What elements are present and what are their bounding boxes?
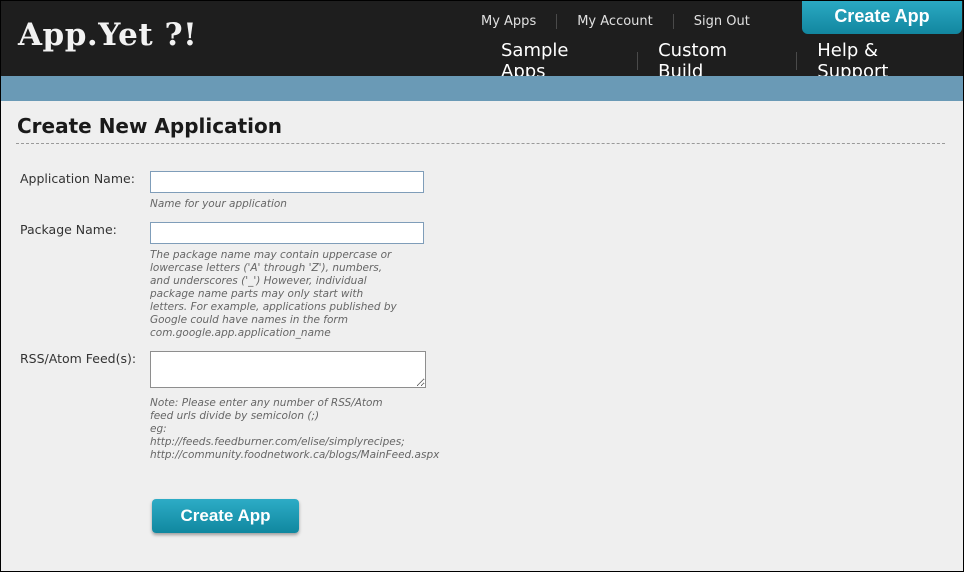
nav-divider [672,13,674,29]
feeds-textarea[interactable] [150,351,426,388]
nav-divider [637,52,639,70]
my-apps-link[interactable]: My Apps [471,14,546,29]
header: App.Yet ?! My Apps My Account Sign Out C… [1,1,963,82]
app-name-label: Application Name: [20,171,135,186]
main-nav: Sample Apps Custom Build Help & Support [491,40,963,82]
nav-divider [556,13,558,29]
nav-divider [796,52,798,70]
my-account-link[interactable]: My Account [567,14,663,29]
package-name-label: Package Name: [20,222,117,237]
sign-out-link[interactable]: Sign Out [684,14,760,29]
sub-header-bar [1,76,963,101]
logo[interactable]: App.Yet ?! [18,17,197,53]
app-window: App.Yet ?! My Apps My Account Sign Out C… [1,1,963,571]
package-name-input[interactable] [150,222,424,244]
create-app-tab-button[interactable]: Create App [802,1,962,34]
package-name-hint: The package name may contain uppercase o… [150,249,397,339]
top-nav: My Apps My Account Sign Out [471,13,760,29]
app-name-hint: Name for your application [150,198,287,210]
title-divider [16,143,945,144]
create-app-button[interactable]: Create App [152,499,299,533]
app-name-input[interactable] [150,171,424,193]
page-title: Create New Application [17,114,282,138]
feeds-hint: Note: Please enter any number of RSS/Ato… [150,397,440,461]
feeds-label: RSS/Atom Feed(s): [20,351,137,366]
